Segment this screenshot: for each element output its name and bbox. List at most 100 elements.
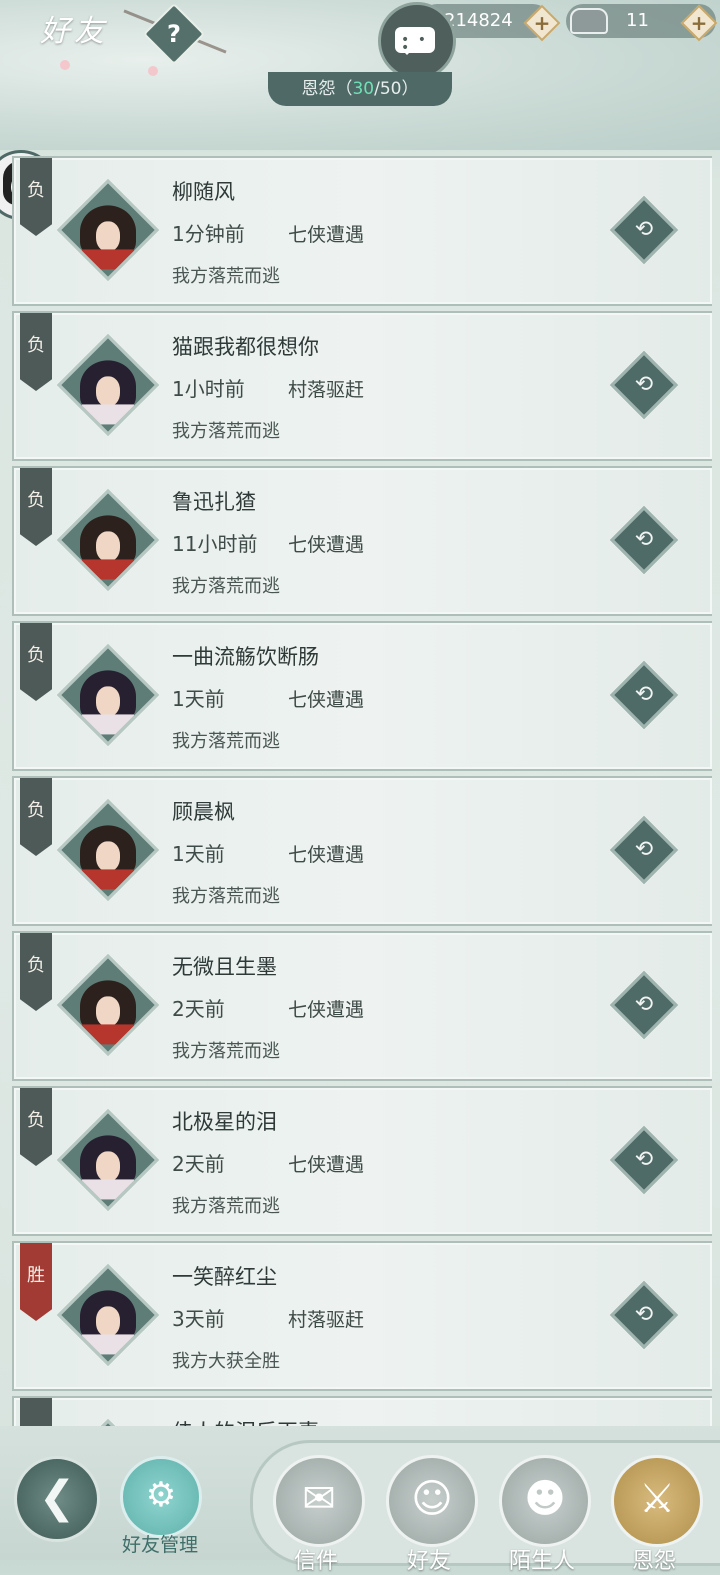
event-time: 2天前 xyxy=(172,1152,225,1176)
result-tag: 负 xyxy=(20,313,52,391)
tab-strangers[interactable]: ☻ xyxy=(499,1455,591,1547)
player-avatar[interactable] xyxy=(57,1264,159,1366)
replay-button[interactable]: ⟲ xyxy=(610,196,678,264)
feud-list-item[interactable]: 负 一曲流觞饮断肠 1天前 七侠遭遇 我方落荒而逃 ⟲ xyxy=(12,621,712,771)
event-type: 七侠遭遇 xyxy=(288,224,365,246)
tab-friends[interactable]: ☺ xyxy=(386,1455,478,1547)
feud-list-item[interactable]: 负 顾晨枫 1天前 七侠遭遇 我方落荒而逃 ⟲ xyxy=(12,776,712,926)
event-type: 七侠遭遇 xyxy=(288,999,365,1021)
result-tag: 胜 xyxy=(20,1243,52,1321)
tab-bar: ✉ 信件 ☺ 好友 ☻ 陌生人 ⚔ 恩怨 xyxy=(250,1440,720,1574)
feud-tab-close-paren: ） xyxy=(401,79,419,99)
event-time: 11小时前 xyxy=(172,532,258,556)
battle-result: 我方落荒而逃 xyxy=(172,266,280,287)
replay-icon: ⟲ xyxy=(634,217,654,242)
player-name: 无微且生墨 xyxy=(172,955,277,979)
feud-list-item[interactable]: 负 无微且生墨 2天前 七侠遭遇 我方落荒而逃 ⟲ xyxy=(12,931,712,1081)
silver-amount: 11 xyxy=(626,10,649,31)
feud-list-item[interactable]: 负 鲁迅扎猹 11小时前 七侠遭遇 我方落荒而逃 ⟲ xyxy=(12,466,712,616)
replay-button[interactable]: ⟲ xyxy=(610,816,678,884)
event-type: 七侠遭遇 xyxy=(288,844,365,866)
plus-icon: + xyxy=(533,11,551,35)
tab-letters-label: 信件 xyxy=(293,1549,338,1574)
replay-button[interactable]: ⟲ xyxy=(610,971,678,1039)
question-icon: ? xyxy=(167,20,181,48)
player-name: 一笑醉红尘 xyxy=(172,1265,277,1289)
player-name: 柳随风 xyxy=(172,180,235,204)
feud-list-item[interactable]: 负 北极星的泪 2天前 七侠遭遇 我方落荒而逃 ⟲ xyxy=(12,1086,712,1236)
player-avatar[interactable] xyxy=(57,644,159,746)
result-tag: 负 xyxy=(20,623,52,701)
player-name: 顾晨枫 xyxy=(172,800,235,824)
replay-button[interactable]: ⟲ xyxy=(610,1126,678,1194)
result-tag-text: 负 xyxy=(27,955,45,976)
replay-button[interactable]: ⟲ xyxy=(610,506,678,574)
replay-icon: ⟲ xyxy=(634,837,654,862)
replay-button[interactable]: ⟲ xyxy=(610,1281,678,1349)
person-gear-icon: ⚙ xyxy=(145,1475,177,1515)
result-tag xyxy=(20,1398,52,1426)
tab-feuds[interactable]: ⚔ xyxy=(611,1455,703,1547)
tab-letters[interactable]: ✉ xyxy=(273,1455,365,1547)
replay-icon: ⟲ xyxy=(634,992,654,1017)
player-avatar[interactable] xyxy=(57,1419,159,1426)
tab-strangers-label: 陌生人 xyxy=(508,1549,575,1574)
chat-bubble-icon: • • • xyxy=(395,27,435,55)
battle-result: 我方落荒而逃 xyxy=(172,1041,280,1062)
replay-icon: ⟲ xyxy=(634,527,654,552)
chat-button[interactable]: • • • xyxy=(378,2,456,80)
replay-icon: ⟲ xyxy=(634,1302,654,1327)
player-avatar[interactable] xyxy=(57,489,159,591)
event-type: 七侠遭遇 xyxy=(288,534,365,556)
top-header: 好友 ? 214824 + 11 + • • • 恩怨（30/50） xyxy=(0,0,720,150)
battle-result: 我方落荒而逃 xyxy=(172,421,280,442)
replay-button[interactable]: ⟲ xyxy=(610,351,678,419)
friend-manage-button[interactable]: ⚙ xyxy=(120,1456,202,1538)
feud-tab-label: 恩怨 xyxy=(301,79,336,99)
bottom-nav: ❮ ⚙ 好友管理 ✉ 信件 ☺ 好友 ☻ 陌生人 ⚔ 恩怨 xyxy=(0,1426,720,1574)
player-name: 佳人的泪后再喜 xyxy=(172,1416,319,1426)
feud-count-tab: 恩怨（30/50） xyxy=(268,72,452,106)
event-time: 3天前 xyxy=(172,1307,225,1331)
person-icon: ☺ xyxy=(411,1476,453,1522)
player-avatar[interactable] xyxy=(57,334,159,436)
result-tag-text: 负 xyxy=(27,800,45,821)
envelope-icon: ✉ xyxy=(302,1476,336,1522)
player-avatar[interactable] xyxy=(57,954,159,1056)
replay-icon: ⟲ xyxy=(634,1147,654,1172)
help-button[interactable]: ? xyxy=(142,2,206,66)
result-tag: 负 xyxy=(20,933,52,1011)
feud-list[interactable]: 负柳随风 1分钟前 七侠遭遇 我方落荒而逃 ⟲ 负猫跟我都很想你 1小时前 村落驱赶 我方落荒而… xyxy=(12,156,712,1426)
player-avatar[interactable] xyxy=(57,799,159,901)
result-tag-text: 负 xyxy=(27,335,45,356)
plus-icon: + xyxy=(690,11,708,35)
event-type: 村落驱赶 xyxy=(288,379,365,401)
player-name: 鲁迅扎猹 xyxy=(172,490,256,514)
silver-ingot-icon xyxy=(570,8,608,34)
feud-list-item[interactable]: 负 猫跟我都很想你 1小时前 村落驱赶 我方落荒而逃 ⟲ xyxy=(12,311,712,461)
result-tag: 负 xyxy=(20,778,52,856)
player-avatar[interactable] xyxy=(57,1109,159,1211)
feud-list-item[interactable]: 负 柳随风 1分钟前 七侠遭遇 我方落荒而逃 ⟲ xyxy=(12,156,712,306)
battle-result: 我方落荒而逃 xyxy=(172,886,280,907)
stranger-person-icon: ☻ xyxy=(524,1476,566,1522)
back-button[interactable]: ❮ xyxy=(14,1456,100,1542)
battle-result: 我方落荒而逃 xyxy=(172,576,280,597)
result-tag-text: 胜 xyxy=(27,1265,45,1286)
player-avatar[interactable] xyxy=(57,179,159,281)
event-time: 1天前 xyxy=(172,687,225,711)
feud-list-item[interactable]: 佳人的泪后再喜⟲ xyxy=(12,1396,712,1426)
result-tag: 负 xyxy=(20,1088,52,1166)
tab-feuds-label: 恩怨 xyxy=(631,1549,676,1574)
result-tag: 负 xyxy=(20,468,52,546)
battle-result: 我方落荒而逃 xyxy=(172,731,280,752)
player-name: 北极星的泪 xyxy=(172,1110,277,1134)
event-type: 七侠遭遇 xyxy=(288,689,365,711)
result-tag-text: 负 xyxy=(27,180,45,201)
feud-list-item[interactable]: 胜 一笑醉红尘 3天前 村落驱赶 我方大获全胜 ⟲ xyxy=(12,1241,712,1391)
event-type: 七侠遭遇 xyxy=(288,1154,365,1176)
tab-friends-label: 好友 xyxy=(406,1549,451,1574)
replay-button[interactable]: ⟲ xyxy=(610,661,678,729)
battle-result: 我方大获全胜 xyxy=(172,1351,280,1372)
replay-icon: ⟲ xyxy=(634,372,654,397)
